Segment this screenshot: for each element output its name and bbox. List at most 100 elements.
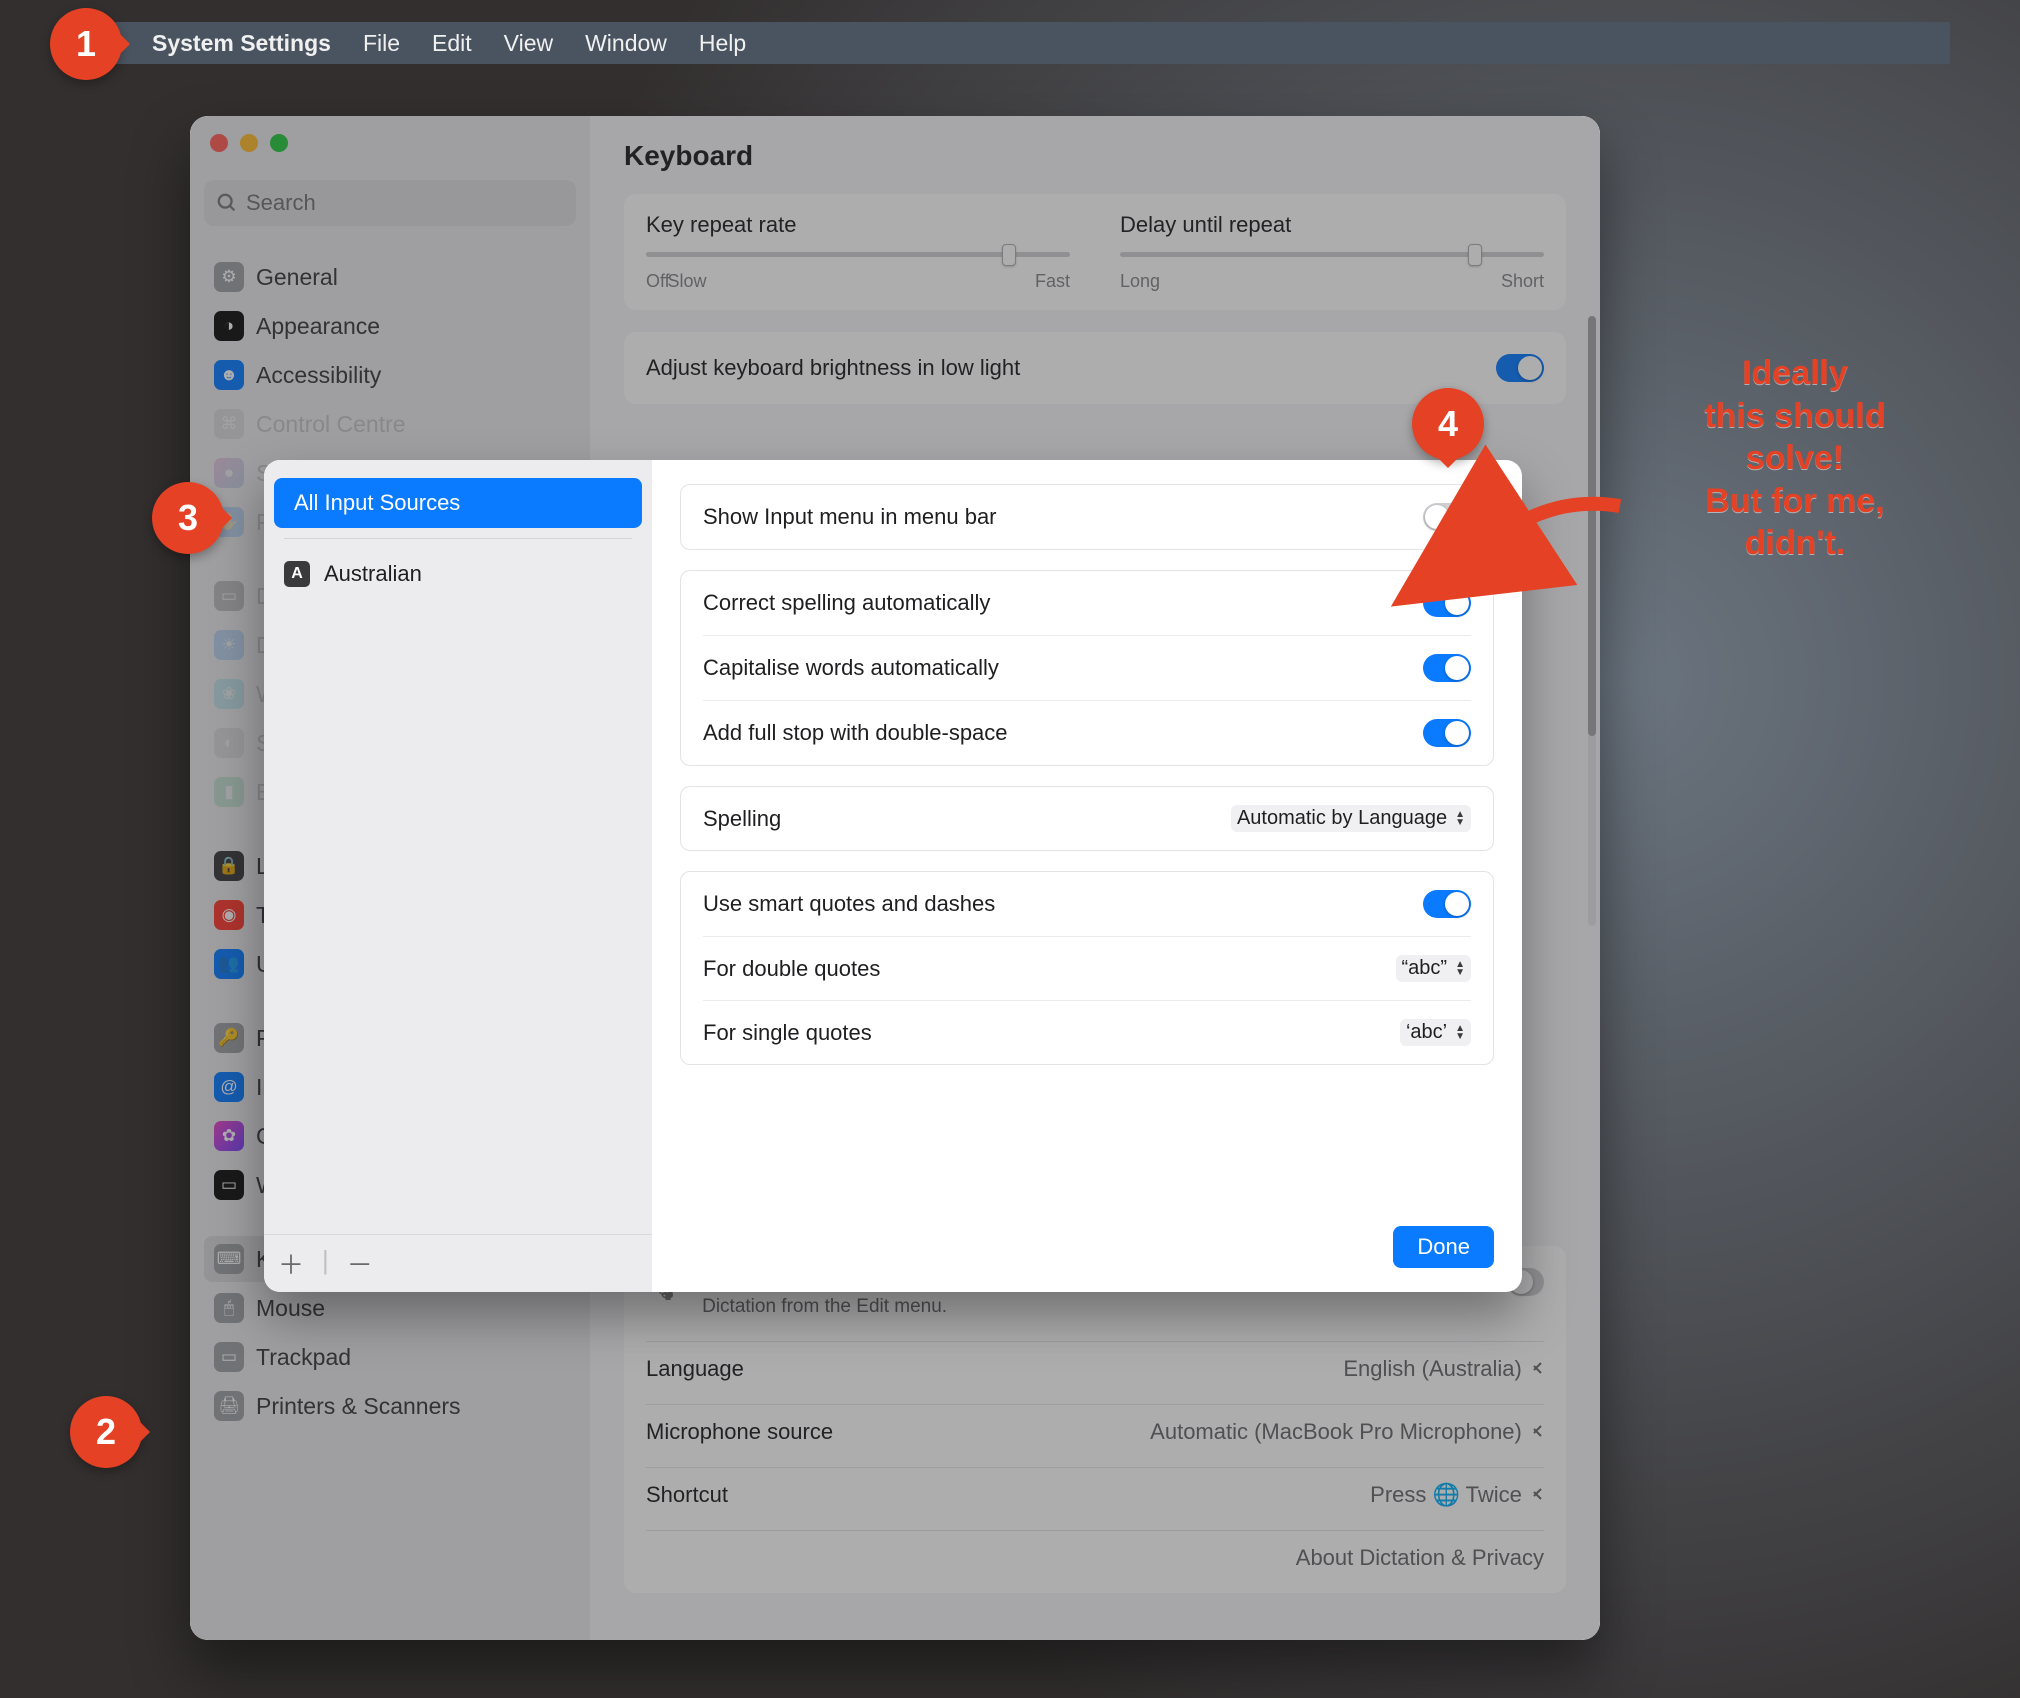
menu-help[interactable]: Help bbox=[699, 30, 746, 57]
annotation-callout-1: 1 bbox=[50, 8, 122, 80]
keyboard-icon: ⌨ bbox=[214, 1244, 244, 1274]
brightness-toggle[interactable] bbox=[1496, 354, 1544, 382]
printer-icon: 🖨 bbox=[214, 1391, 244, 1421]
add-input-source-button[interactable]: ＋ bbox=[278, 1245, 304, 1282]
minimize-window-button[interactable] bbox=[240, 134, 258, 152]
display-icon: ☀ bbox=[214, 630, 244, 660]
double-quotes-select[interactable]: “abc”▲▼ bbox=[1396, 955, 1471, 982]
sidebar-item-trackpad[interactable]: ▭ Trackpad bbox=[204, 1334, 576, 1380]
sheet-item-all-input-sources[interactable]: All Input Sources bbox=[274, 478, 642, 528]
accessibility-icon: ☻ bbox=[214, 360, 244, 390]
smart-quotes-toggle[interactable] bbox=[1423, 890, 1471, 918]
content-scrollbar[interactable] bbox=[1588, 316, 1596, 926]
macos-menubar: System Settings File Edit View Window He… bbox=[102, 22, 1950, 64]
menu-edit[interactable]: Edit bbox=[432, 30, 472, 57]
sidebar-item-printers[interactable]: 🖨 Printers & Scanners bbox=[204, 1383, 576, 1429]
gear-icon: ⚙︎ bbox=[214, 262, 244, 292]
key-repeat-card: Key repeat rate OffSlowFast Delay until … bbox=[624, 194, 1566, 310]
menu-file[interactable]: File bbox=[363, 30, 400, 57]
fingerprint-icon: ◉ bbox=[214, 900, 244, 930]
annotation-callout-3: 3 bbox=[152, 482, 224, 554]
brightness-label: Adjust keyboard brightness in low light bbox=[646, 355, 1020, 381]
sidebar-item-label: Control Centre bbox=[256, 411, 406, 438]
close-window-button[interactable] bbox=[210, 134, 228, 152]
sheet-main: Show Input menu in menu bar Correct spel… bbox=[652, 460, 1522, 1292]
sidebar-item-label: Accessibility bbox=[256, 362, 381, 389]
screensaver-icon: ◐ bbox=[214, 728, 244, 758]
zoom-window-button[interactable] bbox=[270, 134, 288, 152]
sidebar-item-label: General bbox=[256, 264, 338, 291]
search-input[interactable] bbox=[246, 190, 564, 216]
sidebar-item-control-centre[interactable]: ⌘ Control Centre bbox=[204, 401, 576, 447]
wallet-icon: ▭ bbox=[214, 1170, 244, 1200]
remove-input-source-button[interactable]: － bbox=[347, 1245, 373, 1282]
sidebar-item-label: Printers & Scanners bbox=[256, 1393, 461, 1420]
control-centre-icon: ⌘ bbox=[214, 409, 244, 439]
language-value[interactable]: English (Australia) bbox=[1343, 1356, 1544, 1382]
search-icon bbox=[216, 192, 238, 214]
sidebar-item-label: Trackpad bbox=[256, 1344, 351, 1371]
siri-icon: ● bbox=[214, 458, 244, 488]
sidebar-search[interactable] bbox=[204, 180, 576, 226]
key-icon: 🔑 bbox=[214, 1023, 244, 1053]
menu-window[interactable]: Window bbox=[585, 30, 667, 57]
brightness-card: Adjust keyboard brightness in low light bbox=[624, 332, 1566, 404]
capitalise-words-toggle[interactable] bbox=[1423, 654, 1471, 682]
tick-fast: Fast bbox=[1035, 271, 1070, 292]
dock-icon: ▭ bbox=[214, 581, 244, 611]
single-quotes-label: For single quotes bbox=[703, 1020, 872, 1046]
show-input-menu-toggle[interactable] bbox=[1423, 503, 1471, 531]
spelling-select[interactable]: Automatic by Language▲▼ bbox=[1231, 805, 1471, 832]
show-input-menu-label: Show Input menu in menu bar bbox=[703, 504, 997, 530]
wallpaper-icon: ❀ bbox=[214, 679, 244, 709]
key-repeat-label: Key repeat rate bbox=[646, 212, 1070, 238]
window-controls bbox=[204, 134, 576, 152]
annotation-note: Ideally this should solve! But for me, d… bbox=[1630, 352, 1960, 565]
tick-slow: Slow bbox=[667, 271, 706, 292]
sidebar-item-label: Appearance bbox=[256, 313, 380, 340]
spelling-label: Spelling bbox=[703, 806, 781, 832]
shortcut-label: Shortcut bbox=[646, 1482, 728, 1508]
mouse-icon: 🖱 bbox=[214, 1293, 244, 1323]
double-quotes-label: For double quotes bbox=[703, 956, 880, 982]
page-title: Keyboard bbox=[624, 140, 1566, 172]
delay-repeat-label: Delay until repeat bbox=[1120, 212, 1544, 238]
full-stop-toggle[interactable] bbox=[1423, 719, 1471, 747]
single-quotes-select[interactable]: ‘abc’▲▼ bbox=[1400, 1019, 1471, 1046]
sheet-item-label: Australian bbox=[324, 561, 422, 587]
sheet-footer: ＋ | － bbox=[264, 1234, 652, 1292]
mic-source-label: Microphone source bbox=[646, 1419, 833, 1445]
keyboard-layout-icon: A bbox=[284, 561, 310, 587]
annotation-callout-2: 2 bbox=[70, 1396, 142, 1468]
annotation-callout-4: 4 bbox=[1412, 388, 1484, 460]
shortcut-value[interactable]: Press 🌐 Twice bbox=[1370, 1482, 1544, 1508]
about-dictation-link[interactable]: About Dictation & Privacy bbox=[1296, 1545, 1544, 1571]
full-stop-label: Add full stop with double-space bbox=[703, 720, 1008, 746]
key-repeat-slider[interactable] bbox=[646, 252, 1070, 257]
done-button[interactable]: Done bbox=[1393, 1226, 1494, 1268]
menu-view[interactable]: View bbox=[504, 30, 553, 57]
sidebar-item-appearance[interactable]: ◑ Appearance bbox=[204, 303, 576, 349]
trackpad-icon: ▭ bbox=[214, 1342, 244, 1372]
lock-icon: 🔒 bbox=[214, 851, 244, 881]
capitalise-words-label: Capitalise words automatically bbox=[703, 655, 999, 681]
sheet-sidebar: All Input Sources A Australian ＋ | － bbox=[264, 460, 652, 1292]
dictation-card: 🎙 Use Dictation wherever you can type te… bbox=[624, 1246, 1566, 1593]
delay-repeat-slider[interactable] bbox=[1120, 252, 1544, 257]
mic-source-value[interactable]: Automatic (MacBook Pro Microphone) bbox=[1150, 1419, 1544, 1445]
sheet-item-label: All Input Sources bbox=[294, 490, 460, 516]
annotation-arrow bbox=[1500, 486, 1640, 571]
users-icon: 👥 bbox=[214, 949, 244, 979]
sheet-item-australian[interactable]: A Australian bbox=[264, 549, 652, 599]
appearance-icon: ◑ bbox=[214, 311, 244, 341]
language-label: Language bbox=[646, 1356, 744, 1382]
sidebar-item-general[interactable]: ⚙︎ General bbox=[204, 254, 576, 300]
tick-short: Short bbox=[1501, 271, 1544, 292]
correct-spelling-toggle[interactable] bbox=[1423, 589, 1471, 617]
at-icon: @ bbox=[214, 1072, 244, 1102]
app-menu[interactable]: System Settings bbox=[152, 30, 331, 57]
battery-icon: ▮ bbox=[214, 777, 244, 807]
sidebar-item-accessibility[interactable]: ☻ Accessibility bbox=[204, 352, 576, 398]
game-center-icon: ✿ bbox=[214, 1121, 244, 1151]
smart-quotes-label: Use smart quotes and dashes bbox=[703, 891, 995, 917]
